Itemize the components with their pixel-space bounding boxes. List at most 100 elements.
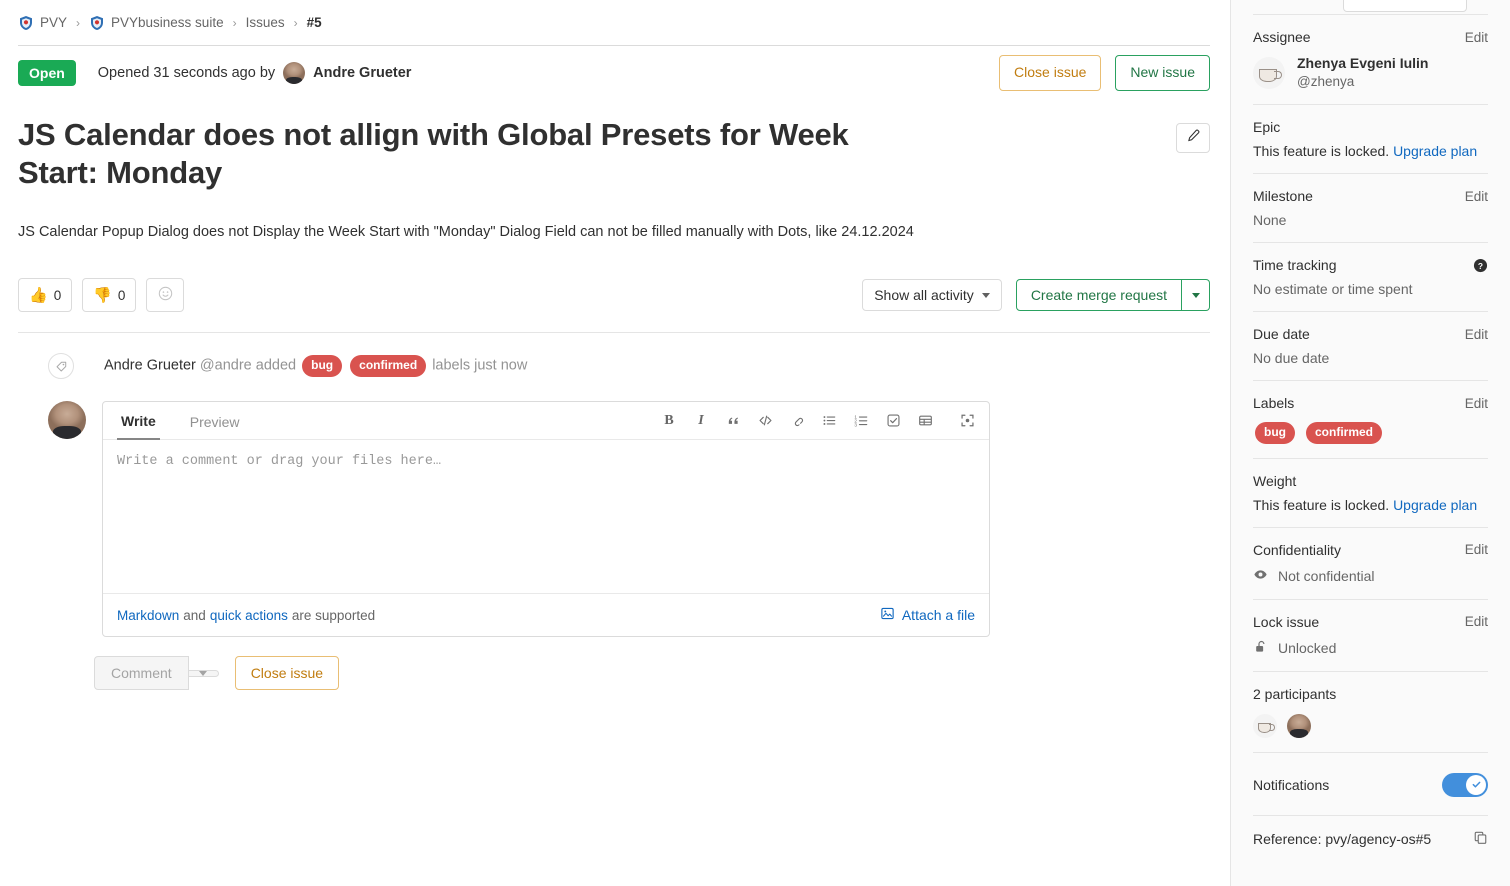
issue-page: PVY › PVYbusiness suite › Issues › #5 Op… — [0, 0, 1510, 886]
due-date-value: No due date — [1253, 350, 1330, 367]
svg-text:3: 3 — [854, 422, 857, 427]
labels-edit-button[interactable]: Edit — [1465, 396, 1488, 411]
footer-and-text: and — [183, 607, 206, 623]
milestone-header: Milestone Edit — [1253, 188, 1488, 204]
avatar — [1253, 56, 1285, 89]
thumbs-up-button[interactable]: 👍 0 — [18, 278, 73, 312]
participants-header: 2 participants — [1253, 686, 1488, 702]
issue-author[interactable]: Andre Grueter — [283, 62, 411, 84]
assignee-edit-button[interactable]: Edit — [1465, 30, 1488, 45]
breadcrumb-item-issues[interactable]: Issues — [246, 15, 285, 30]
fullscreen-icon[interactable] — [959, 413, 975, 429]
bold-icon[interactable]: B — [661, 413, 677, 429]
close-issue-button[interactable]: Close issue — [999, 55, 1102, 91]
lock-issue-title: Lock issue — [1253, 613, 1320, 630]
footer-supported-text: are supported — [291, 607, 376, 623]
quote-icon[interactable] — [725, 413, 741, 429]
numbered-list-icon[interactable]: 123 — [853, 413, 869, 429]
assignee-name: Zhenya Evgeni Iulin — [1297, 55, 1429, 71]
milestone-edit-button[interactable]: Edit — [1465, 189, 1488, 204]
confidentiality-header: Confidentiality Edit — [1253, 542, 1488, 558]
avatar[interactable] — [1253, 713, 1277, 738]
chevron-down-icon — [981, 292, 990, 298]
sidebar-section-reference: Reference: pvy/agency-os#5 — [1253, 816, 1488, 848]
assignee-identity: Zhenya Evgeni Iulin @zhenya — [1297, 55, 1428, 90]
label-tag-icon — [48, 353, 74, 379]
thumbs-up-count: 0 — [53, 287, 62, 303]
shield-icon — [89, 15, 105, 31]
issue-author-name: Andre Grueter — [313, 65, 412, 81]
close-issue-bottom-button[interactable]: Close issue — [234, 656, 340, 690]
label-pill-confirmed[interactable]: confirmed — [1306, 422, 1383, 444]
edit-title-button[interactable] — [1176, 123, 1210, 153]
italic-icon[interactable]: I — [693, 413, 709, 429]
lock-issue-text: Unlocked — [1278, 639, 1337, 656]
weight-upgrade-link[interactable]: Upgrade plan — [1393, 497, 1477, 513]
breadcrumb-label-project: PVYbusiness suite — [111, 15, 224, 30]
toggle-knob — [1466, 774, 1486, 795]
svg-text:?: ? — [1478, 260, 1483, 270]
confidentiality-value: Not confidential — [1253, 567, 1488, 585]
task-list-icon[interactable] — [885, 413, 901, 429]
thumbs-down-button[interactable]: 👎 0 — [82, 278, 137, 312]
sidebar-collapse-button[interactable] — [1343, 0, 1467, 12]
avatar — [283, 62, 306, 84]
activity-suffix: labels — [432, 357, 471, 374]
lock-issue-value: Unlocked — [1253, 639, 1488, 657]
copy-icon[interactable] — [1473, 830, 1488, 848]
label-pill-bug[interactable]: bug — [1255, 422, 1295, 444]
new-issue-button[interactable]: New issue — [1115, 55, 1210, 91]
milestone-value: None — [1253, 212, 1287, 229]
chevron-down-icon — [199, 670, 208, 676]
activity-text: Andre Grueter @andre added bug confirmed… — [104, 355, 527, 377]
confidentiality-edit-button[interactable]: Edit — [1465, 542, 1488, 557]
activity-filter-dropdown[interactable]: Show all activity — [862, 279, 1002, 311]
breadcrumb-item-project[interactable]: PVYbusiness suite — [89, 15, 224, 31]
comment-dropdown-toggle[interactable] — [188, 669, 219, 677]
comment-input[interactable] — [103, 440, 989, 588]
bullet-list-icon[interactable] — [821, 413, 837, 429]
label-pill-bug[interactable]: bug — [302, 355, 343, 377]
activity-verb: added — [255, 357, 297, 374]
add-reaction-button[interactable] — [146, 278, 185, 312]
epic-upgrade-link[interactable]: Upgrade plan — [1393, 143, 1477, 159]
help-icon[interactable]: ? — [1473, 258, 1488, 273]
time-tracking-title: Time tracking — [1253, 257, 1337, 274]
label-pill-confirmed[interactable]: confirmed — [350, 355, 427, 377]
activity-author[interactable]: Andre Grueter — [104, 358, 196, 374]
confidentiality-title: Confidentiality — [1253, 541, 1341, 558]
notifications-toggle[interactable] — [1442, 772, 1488, 797]
labels-header: Labels Edit — [1253, 395, 1488, 411]
sidebar-section-epic: Epic This feature is locked. Upgrade pla… — [1253, 105, 1488, 175]
sidebar-section-time-tracking: Time tracking ? No estimate or time spen… — [1253, 243, 1488, 313]
issue-title-row: JS Calendar does not allign with Global … — [18, 116, 1210, 192]
activity-timestamp: just now — [474, 357, 528, 374]
tab-preview[interactable]: Preview — [186, 405, 244, 439]
due-date-edit-button[interactable]: Edit — [1465, 327, 1488, 342]
sidebar-section-labels: Labels Edit bug confirmed — [1253, 381, 1488, 459]
markdown-link[interactable]: Markdown — [117, 608, 179, 623]
sidebar-section-due-date: Due date Edit No due date — [1253, 312, 1488, 382]
avatar[interactable] — [1287, 713, 1311, 738]
chevron-down-icon — [1191, 292, 1200, 298]
smiley-icon — [158, 286, 173, 305]
breadcrumb-item-group[interactable]: PVY — [18, 15, 67, 31]
table-icon[interactable] — [917, 413, 933, 429]
quick-actions-link[interactable]: quick actions — [210, 608, 288, 623]
comment-button[interactable]: Comment — [94, 656, 189, 690]
tab-write[interactable]: Write — [117, 404, 160, 440]
link-icon[interactable] — [789, 413, 805, 429]
create-merge-request-dropdown-toggle[interactable] — [1182, 279, 1210, 311]
lock-issue-edit-button[interactable]: Edit — [1465, 614, 1488, 629]
issue-sidebar: Assignee Edit Zhenya Evgeni Iulin @zheny… — [1230, 0, 1510, 886]
activity-handle: @andre — [199, 357, 252, 374]
breadcrumb-separator: › — [76, 15, 81, 30]
breadcrumb-item-issue-number[interactable]: #5 — [307, 15, 322, 30]
create-merge-request-button[interactable]: Create merge request — [1015, 279, 1182, 311]
attach-file-button[interactable]: Attach a file — [880, 606, 975, 624]
attachment-icon — [880, 606, 895, 624]
assignee-value[interactable]: Zhenya Evgeni Iulin @zhenya — [1253, 55, 1488, 90]
epic-header: Epic — [1253, 119, 1488, 135]
code-icon[interactable] — [757, 413, 773, 429]
weight-title: Weight — [1253, 472, 1297, 489]
